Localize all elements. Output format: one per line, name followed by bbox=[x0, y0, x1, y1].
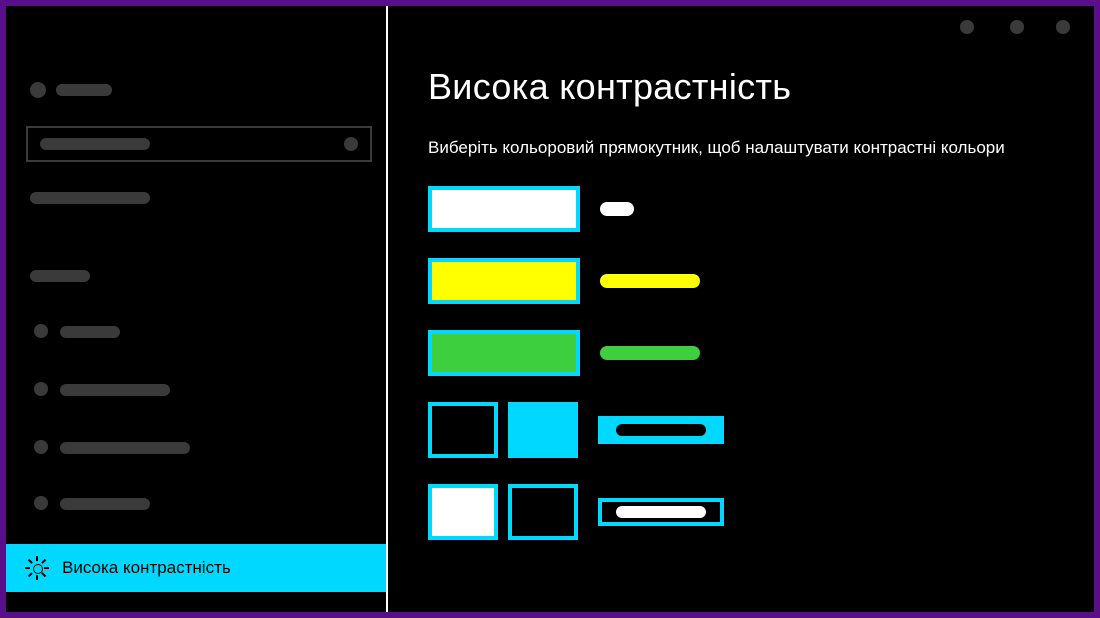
nav-item[interactable] bbox=[60, 442, 190, 454]
sidebar-item-high-contrast[interactable]: Висока контрастність bbox=[6, 544, 386, 592]
nav-item-icon bbox=[34, 324, 48, 338]
color-swatch-selected-bg[interactable] bbox=[508, 402, 578, 458]
brightness-icon bbox=[26, 557, 48, 579]
nav-item[interactable] bbox=[60, 384, 170, 396]
sidebar-group-header bbox=[30, 192, 150, 204]
window-control-icon[interactable] bbox=[1056, 20, 1070, 34]
search-icon bbox=[344, 137, 358, 151]
account-name-placeholder bbox=[56, 84, 112, 96]
nav-item[interactable] bbox=[60, 326, 120, 338]
settings-window: Висока контрастність Висока контрастніст… bbox=[6, 6, 1094, 612]
nav-item-icon bbox=[34, 496, 48, 510]
color-row-text bbox=[428, 186, 1054, 232]
color-label bbox=[600, 274, 700, 288]
nav-item-icon bbox=[34, 440, 48, 454]
color-swatch-disabled[interactable] bbox=[428, 330, 580, 376]
search-input[interactable] bbox=[26, 126, 372, 162]
search-placeholder bbox=[40, 138, 150, 150]
sidebar-section-label bbox=[30, 270, 90, 282]
window-control-icon[interactable] bbox=[960, 20, 974, 34]
color-label-chip bbox=[598, 498, 724, 526]
color-swatch-button-text[interactable] bbox=[428, 484, 498, 540]
color-row-hyperlink bbox=[428, 258, 1054, 304]
color-row-selected bbox=[428, 402, 1054, 458]
sidebar-item-label: Висока контрастність bbox=[62, 558, 231, 578]
color-swatch-button-bg[interactable] bbox=[508, 484, 578, 540]
color-label-chip bbox=[598, 416, 724, 444]
page-subtitle: Виберіть кольоровий прямокутник, щоб нал… bbox=[428, 138, 1054, 158]
nav-item-icon bbox=[34, 382, 48, 396]
color-swatch-hyperlink[interactable] bbox=[428, 258, 580, 304]
page-title: Висока контрастність bbox=[428, 66, 1054, 108]
color-swatch-selected-text[interactable] bbox=[428, 402, 498, 458]
window-control-icon[interactable] bbox=[1010, 20, 1024, 34]
color-row-button bbox=[428, 484, 1054, 540]
color-swatch-text[interactable] bbox=[428, 186, 580, 232]
sidebar: Висока контрастність bbox=[6, 6, 388, 612]
avatar bbox=[30, 82, 46, 98]
main-panel: Висока контрастність Виберіть кольоровий… bbox=[388, 6, 1094, 612]
color-row-disabled bbox=[428, 330, 1054, 376]
color-label bbox=[600, 346, 700, 360]
nav-item[interactable] bbox=[60, 498, 150, 510]
color-label bbox=[600, 202, 634, 216]
